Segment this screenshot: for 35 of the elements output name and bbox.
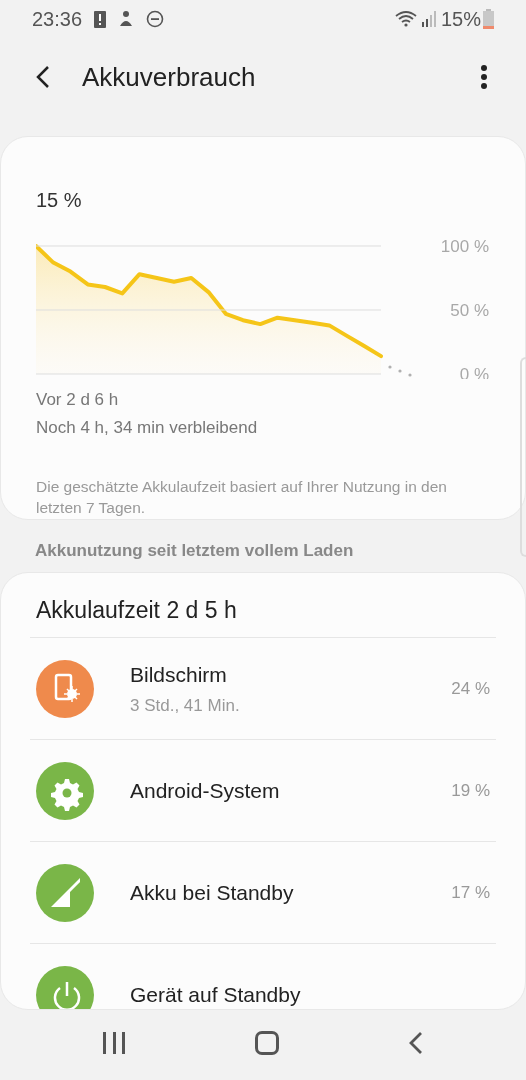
more-options-button[interactable] [480, 63, 488, 91]
section-title: Akkunutzung seit letztem vollem Laden [34, 540, 355, 562]
signal-icon [420, 10, 437, 28]
alert-icon [94, 10, 107, 28]
estimate-note: Die geschätzte Akkulaufzeit basiert auf Ihrer Nutzung in den letzten 7 Tagen. [36, 477, 448, 518]
item-name: Android-System [130, 777, 281, 804]
usage-card-title: Akkulaufzeit 2 d 5 h [35, 595, 238, 625]
y-tick-label: 50 % [450, 300, 489, 320]
usage-item[interactable]: Bildschirm 3 Std., 41 Min. 24 % [30, 637, 496, 739]
wifi-icon [394, 10, 417, 28]
item-duration: 3 Std., 41 Min. [130, 694, 241, 717]
battery-icon [483, 9, 494, 29]
y-tick-label: 100 % [440, 239, 489, 256]
status-time: 23:36 [32, 7, 83, 32]
home-button[interactable] [255, 1030, 279, 1055]
battery-percent: 15% [440, 7, 481, 32]
item-percent: 19 % [451, 779, 491, 802]
do-not-disturb-icon [146, 10, 165, 28]
usage-item[interactable]: Android-System 19 % [30, 739, 496, 841]
item-name: Gerät auf Standby [130, 981, 302, 1008]
page-title: Akkuverbrauch [82, 60, 256, 94]
remaining-text: Noch 4 h, 34 min verbleibend [36, 416, 259, 439]
projection-dots [388, 365, 412, 377]
item-percent: 17 % [451, 881, 491, 904]
item-name: Bildschirm [130, 662, 228, 688]
usage-item[interactable]: Gerät auf Standby [30, 943, 496, 1009]
usage-item[interactable]: Akku bei Standby 17 % [30, 841, 496, 943]
item-name: Akku bei Standby [130, 879, 295, 906]
since-text: Vor 2 d 6 h [36, 389, 120, 411]
y-tick-label: 0 % [459, 364, 489, 379]
back-nav-button[interactable] [409, 1030, 423, 1055]
battery-level-text: 15 % [36, 188, 83, 213]
figure-icon [118, 10, 135, 28]
item-percent: 24 % [451, 677, 491, 700]
recent-apps-button[interactable] [103, 1031, 125, 1054]
